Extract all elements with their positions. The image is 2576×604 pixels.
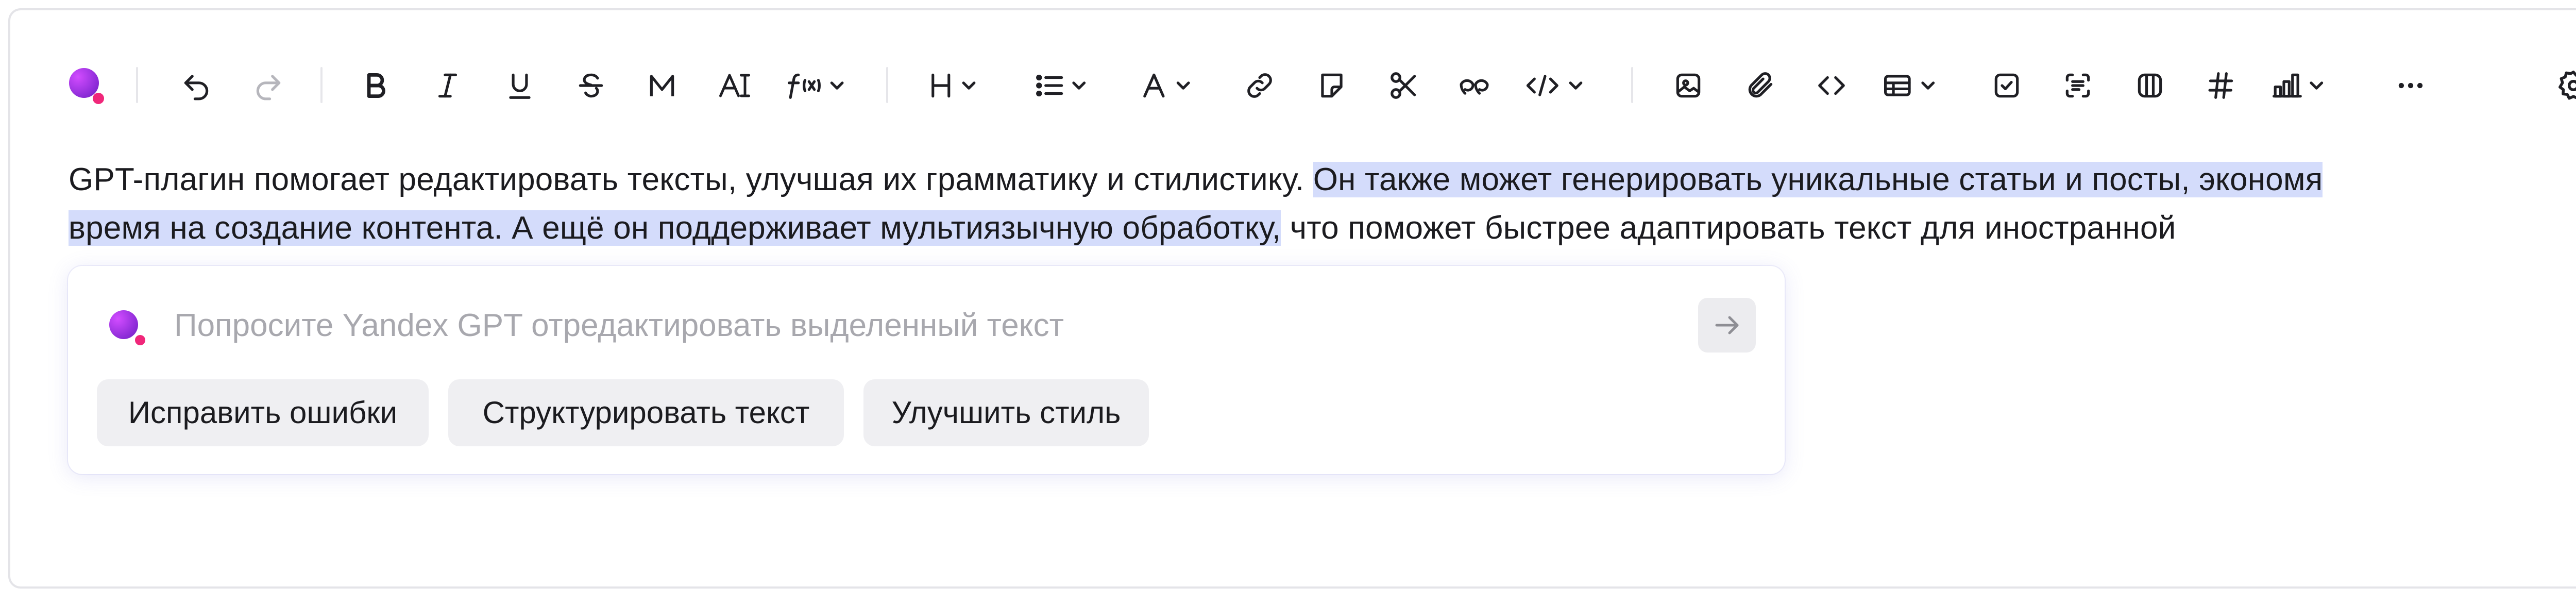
monospace-icon[interactable] bbox=[639, 62, 685, 109]
redo-icon[interactable] bbox=[245, 62, 292, 109]
text-color-icon[interactable] bbox=[1137, 62, 1209, 109]
hashtag-icon[interactable] bbox=[2198, 62, 2244, 109]
editor-text-plain: GPT-плагин помогает редактировать тексты… bbox=[69, 162, 1313, 197]
quote-icon[interactable] bbox=[1451, 62, 1500, 109]
more-icon[interactable] bbox=[2387, 62, 2434, 109]
gpt-prompt-popup: Попросите Yandex GPT отредактировать выд… bbox=[68, 266, 1785, 474]
bold-icon[interactable] bbox=[352, 62, 399, 109]
editor-toolbar bbox=[10, 10, 2576, 144]
editor-text-line-2[interactable]: время на создание контента. А ещё он под… bbox=[69, 203, 2176, 254]
note-icon[interactable] bbox=[1309, 62, 1355, 109]
editor-text-plain: что поможет быстрее адаптировать текст д… bbox=[1281, 210, 2176, 246]
text-size-icon[interactable] bbox=[710, 62, 759, 109]
link-icon[interactable] bbox=[1236, 62, 1283, 109]
yandex-gpt-icon[interactable] bbox=[60, 62, 116, 109]
toolbar-separator bbox=[1631, 67, 1633, 103]
underline-icon[interactable] bbox=[497, 62, 543, 109]
toolbar-separator bbox=[886, 67, 888, 103]
editor-text-line-1[interactable]: GPT-плагин помогает редактировать тексты… bbox=[69, 155, 2323, 205]
send-button[interactable] bbox=[1698, 298, 1756, 353]
undo-icon[interactable] bbox=[173, 62, 219, 109]
toolbar-separator bbox=[136, 67, 138, 103]
attachment-icon[interactable] bbox=[1737, 62, 1784, 109]
settings-icon[interactable] bbox=[2550, 62, 2576, 109]
transcript-icon[interactable] bbox=[2055, 62, 2101, 109]
suggestion-structure-text-button[interactable]: Структурировать текст bbox=[448, 379, 844, 446]
suggestion-improve-style-button[interactable]: Улучшить стиль bbox=[863, 379, 1149, 446]
formula-icon[interactable] bbox=[781, 62, 858, 109]
yandex-gpt-icon bbox=[109, 310, 150, 351]
table-icon[interactable] bbox=[1877, 62, 1955, 109]
arrow-right-icon bbox=[1715, 316, 1739, 334]
suggestion-fix-errors-button[interactable]: Исправить ошибки bbox=[97, 379, 429, 446]
chart-icon[interactable] bbox=[2266, 62, 2343, 109]
toolbar-separator bbox=[320, 67, 323, 103]
gpt-prompt-input[interactable]: Попросите Yandex GPT отредактировать выд… bbox=[174, 305, 1064, 346]
editor-window: GPT-плагин помогает редактировать тексты… bbox=[8, 8, 2576, 589]
columns-icon[interactable] bbox=[2127, 62, 2173, 109]
checkbox-icon[interactable] bbox=[1984, 62, 2030, 109]
list-icon[interactable] bbox=[1028, 62, 1106, 109]
strikethrough-icon[interactable] bbox=[568, 62, 614, 109]
editor-text-selection: Он также может генерировать уникальные с… bbox=[1313, 162, 2323, 197]
code-block-icon[interactable] bbox=[1520, 62, 1602, 109]
italic-icon[interactable] bbox=[425, 62, 471, 109]
cut-icon[interactable] bbox=[1381, 62, 1427, 109]
editor-text-selection: время на создание контента. А ещё он под… bbox=[69, 210, 1281, 246]
image-icon[interactable] bbox=[1665, 62, 1711, 109]
heading-icon[interactable] bbox=[922, 62, 999, 109]
code-icon[interactable] bbox=[1808, 62, 1855, 109]
